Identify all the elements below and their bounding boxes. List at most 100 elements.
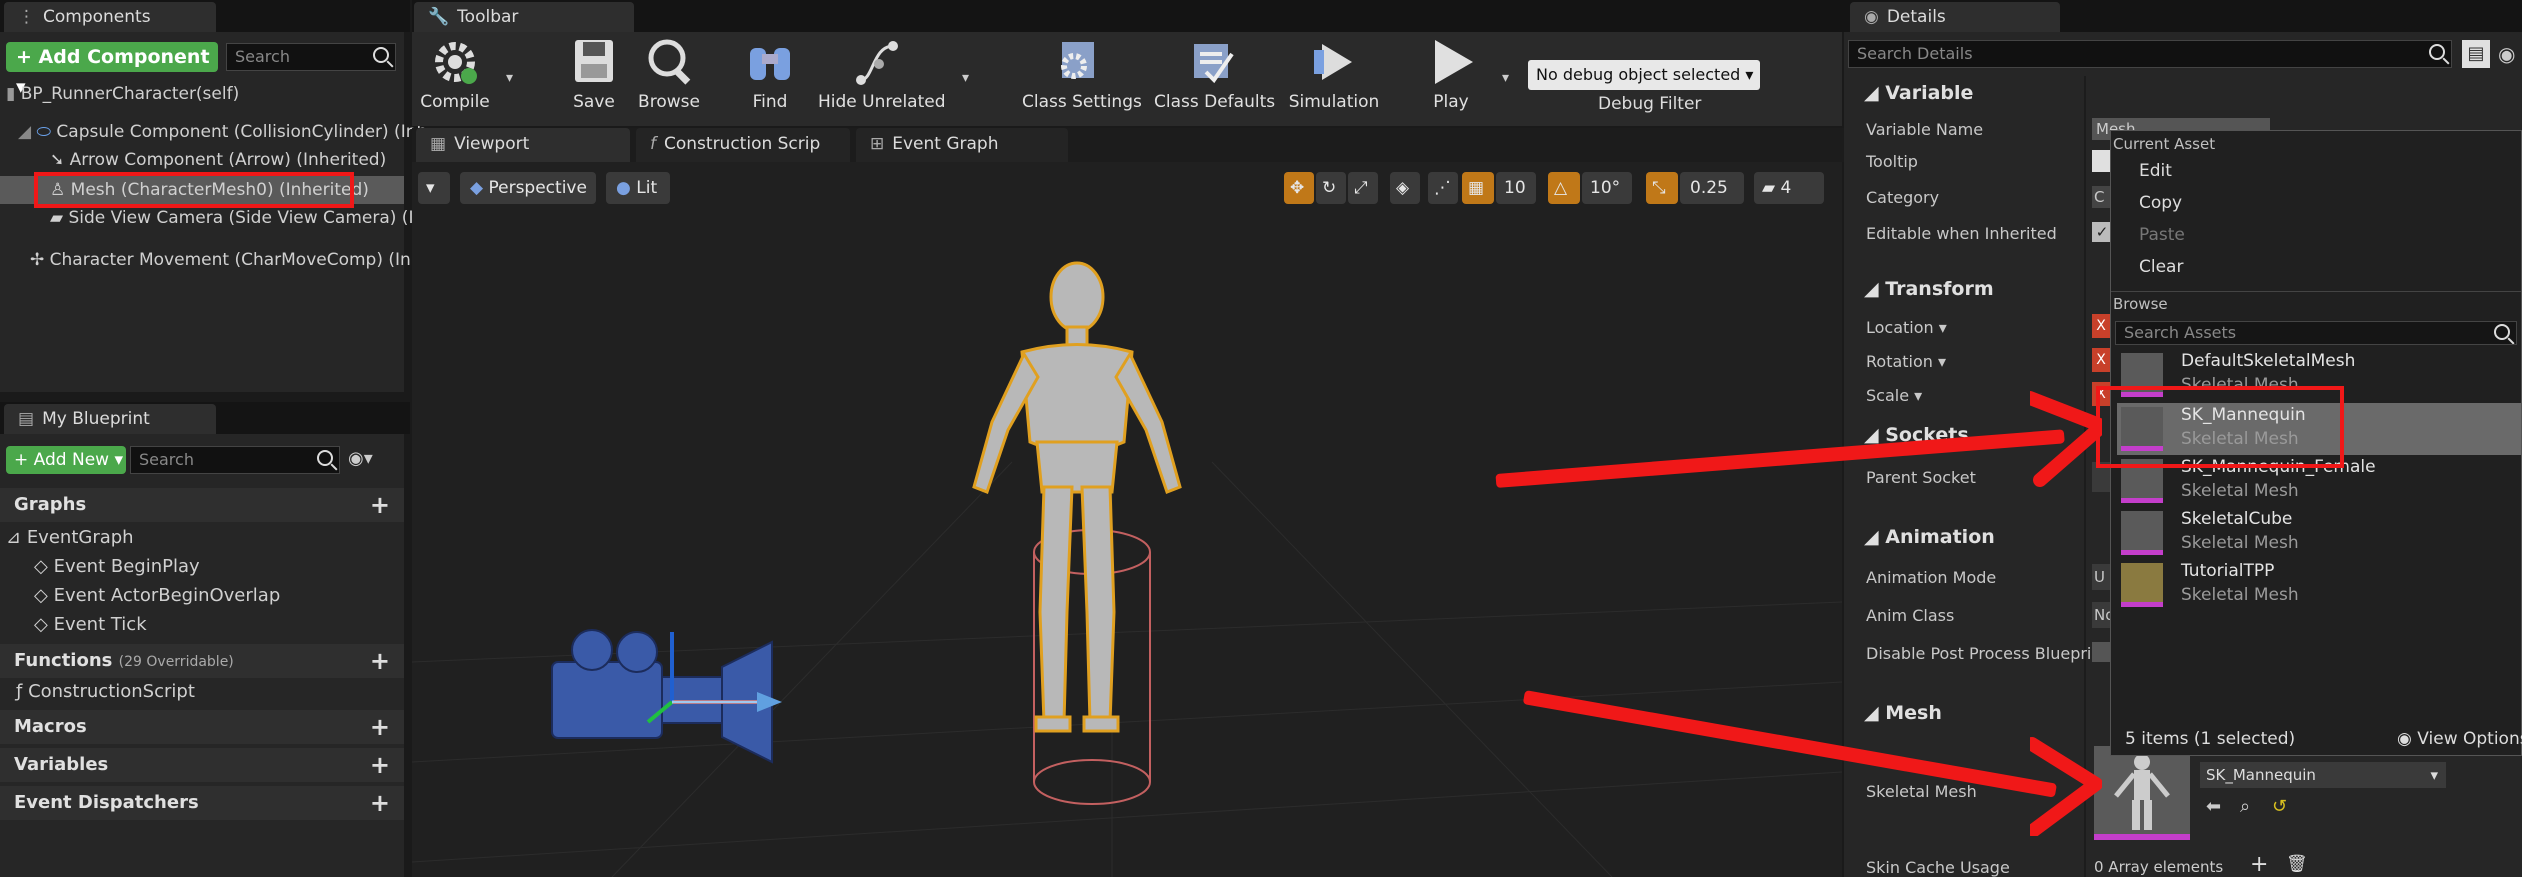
tab-my-blueprint[interactable]: ▤ My Blueprint	[4, 404, 216, 434]
variable-section[interactable]: ◢ Variable	[1846, 76, 2106, 110]
add-dispatcher-icon[interactable]: +	[370, 786, 390, 820]
add-variable-icon[interactable]: +	[370, 748, 390, 782]
tab-components[interactable]: ⋮ Components	[4, 2, 216, 32]
grid-snap-icon[interactable]: ▦	[1462, 172, 1494, 204]
disable-post-process-checkbox[interactable]	[2092, 642, 2110, 662]
hide-unrelated-button[interactable]: Hide Unrelated	[818, 36, 946, 112]
anim-class-select[interactable]: No	[2092, 602, 2110, 628]
class-settings-icon	[1061, 42, 1094, 79]
class-settings-button[interactable]: Class Settings	[1022, 36, 1142, 112]
lit-button[interactable]: ● Lit	[606, 172, 670, 204]
asset-item-tutorial-tpp[interactable]: TutorialTPP Skeletal Mesh	[2117, 559, 2517, 611]
tree-root[interactable]: ▮ BP_RunnerCharacter(self)	[6, 80, 239, 108]
tab-details[interactable]: ◉ Details	[1850, 2, 2060, 32]
add-component-button[interactable]: + Add Component ▾	[6, 42, 218, 98]
compile-button[interactable]: Compile	[420, 36, 490, 112]
tree-item-movement[interactable]: ✢ Character Movement (CharMoveComp) (Inh	[30, 246, 422, 274]
world-local-icon[interactable]: ◈	[1390, 172, 1420, 204]
asset-search-input[interactable]: Search Assets	[2115, 321, 2517, 345]
play-button[interactable]: Play	[1418, 36, 1484, 112]
menu-item-copy[interactable]: Copy	[2139, 193, 2182, 213]
rotation-snap-icon[interactable]: △	[1548, 172, 1580, 204]
save-button[interactable]: Save	[566, 36, 622, 112]
animation-mode-select[interactable]: U	[2092, 564, 2110, 590]
browse-button[interactable]: Browse	[636, 36, 702, 112]
perspective-button[interactable]: ◆ Perspective	[460, 172, 596, 204]
scale-label[interactable]: Scale ▾	[1866, 386, 1922, 405]
blueprint-search-input[interactable]: Search	[130, 446, 340, 474]
dispatchers-section[interactable]: Event Dispatchers +	[0, 786, 404, 820]
skeletal-mesh-select[interactable]: SK_Mannequin ▾	[2200, 762, 2446, 788]
location-x-field[interactable]: X	[2092, 314, 2110, 338]
menu-item-clear[interactable]: Clear	[2139, 257, 2183, 277]
event-graph-item[interactable]: ⊿ EventGraph	[6, 524, 134, 552]
event-overlap-item[interactable]: ◇ Event ActorBeginOverlap	[34, 582, 280, 610]
tab-construction-script[interactable]: f Construction Scrip	[636, 128, 850, 162]
details-search-input[interactable]: Search Details	[1848, 40, 2452, 68]
actor-icon: ▮	[6, 84, 21, 104]
asset-thumbnail	[2121, 563, 2163, 607]
class-defaults-button[interactable]: Class Defaults	[1154, 36, 1275, 112]
debug-object-select[interactable]: No debug object selected ▾	[1528, 60, 1760, 90]
mesh-section[interactable]: ◢ Mesh	[1846, 696, 2106, 730]
transform-section[interactable]: ◢ Transform	[1846, 272, 2106, 306]
tree-item-capsule[interactable]: ◢ ⬭ Capsule Component (CollisionCylinder…	[18, 118, 427, 146]
event-beginplay-item[interactable]: ◇ Event BeginPlay	[34, 553, 200, 581]
tab-toolbar[interactable]: 🔧 Toolbar	[414, 2, 634, 32]
reset-to-default-icon[interactable]: ↺	[2272, 796, 2287, 817]
rotation-snap-value[interactable]: 10°	[1582, 172, 1632, 204]
variables-section[interactable]: Variables +	[0, 748, 404, 782]
viewport-options-button[interactable]: ▾	[418, 172, 450, 204]
tab-viewport[interactable]: ▦ Viewport	[416, 128, 630, 162]
rotate-tool-icon[interactable]: ↻	[1316, 172, 1346, 204]
view-options-button[interactable]: ◉ View Options	[2397, 729, 2522, 749]
eye-icon[interactable]: ◉	[2498, 42, 2515, 66]
scale-snap-icon[interactable]: ⤡	[1646, 172, 1678, 204]
viewport-canvas[interactable]	[412, 162, 1842, 877]
add-function-icon[interactable]: +	[370, 644, 390, 678]
rotation-x-field[interactable]: X	[2092, 348, 2110, 372]
camera-speed-button[interactable]: ▰ 4	[1754, 172, 1824, 204]
grid-snap-value[interactable]: 10	[1496, 172, 1536, 204]
use-selected-asset-icon[interactable]: ⬅	[2206, 796, 2221, 817]
scale-snap-value[interactable]: 0.25	[1680, 172, 1744, 204]
simulation-button[interactable]: Simulation	[1286, 36, 1382, 112]
functions-section[interactable]: Functions (29 Overridable) +	[0, 644, 404, 678]
add-macro-icon[interactable]: +	[370, 710, 390, 744]
construction-script-item[interactable]: ƒ ConstructionScript	[16, 678, 195, 706]
translate-tool-icon[interactable]: ✥	[1284, 172, 1314, 204]
hide-unrelated-options-icon[interactable]: ▾	[962, 70, 969, 86]
asset-item-skeletal-cube[interactable]: SkeletalCube Skeletal Mesh	[2117, 507, 2517, 559]
rotation-label[interactable]: Rotation ▾	[1866, 352, 1946, 371]
tree-item-arrow[interactable]: ➘ Arrow Component (Arrow) (Inherited)	[50, 146, 386, 174]
play-triangle-icon	[1435, 40, 1473, 84]
trash-icon[interactable]: 🗑	[2286, 854, 2308, 874]
add-element-icon[interactable]: +	[2250, 852, 2268, 877]
tooltip-input[interactable]	[2092, 150, 2112, 172]
tab-event-graph[interactable]: ⊞ Event Graph	[856, 128, 1068, 162]
debug-filter-label: Debug Filter	[1598, 94, 1702, 114]
compile-options-icon[interactable]: ▾	[506, 70, 513, 86]
scale-tool-icon[interactable]: ⤢	[1348, 172, 1378, 204]
graphs-section[interactable]: Graphs +	[0, 488, 404, 522]
event-tick-item[interactable]: ◇ Event Tick	[34, 611, 147, 639]
add-graph-icon[interactable]: +	[370, 488, 390, 522]
tree-item-camera[interactable]: ▰ Side View Camera (Side View Camera) (I…	[50, 204, 435, 232]
surface-snap-icon[interactable]: ⋰	[1428, 172, 1458, 204]
browse-asset-icon[interactable]: ⌕	[2240, 796, 2250, 817]
skeletal-mesh-thumbnail[interactable]	[2094, 746, 2190, 840]
binoculars-icon	[750, 48, 790, 80]
components-search-input[interactable]: Search	[226, 43, 396, 71]
animation-section[interactable]: ◢ Animation	[1846, 520, 2106, 554]
eye-icon[interactable]: ◉▾	[348, 448, 373, 469]
menu-item-edit[interactable]: Edit	[2139, 161, 2172, 181]
category-select[interactable]: C	[2092, 186, 2112, 208]
editable-inherited-checkbox[interactable]: ✓	[2092, 222, 2112, 242]
menu-item-paste[interactable]: Paste	[2139, 225, 2185, 245]
macros-section[interactable]: Macros +	[0, 710, 404, 744]
find-button[interactable]: Find	[742, 36, 798, 112]
play-options-icon[interactable]: ▾	[1502, 70, 1509, 86]
add-new-button[interactable]: + Add New ▾	[6, 446, 126, 474]
property-matrix-icon[interactable]: ▤	[2462, 40, 2490, 68]
location-label[interactable]: Location ▾	[1866, 318, 1947, 337]
